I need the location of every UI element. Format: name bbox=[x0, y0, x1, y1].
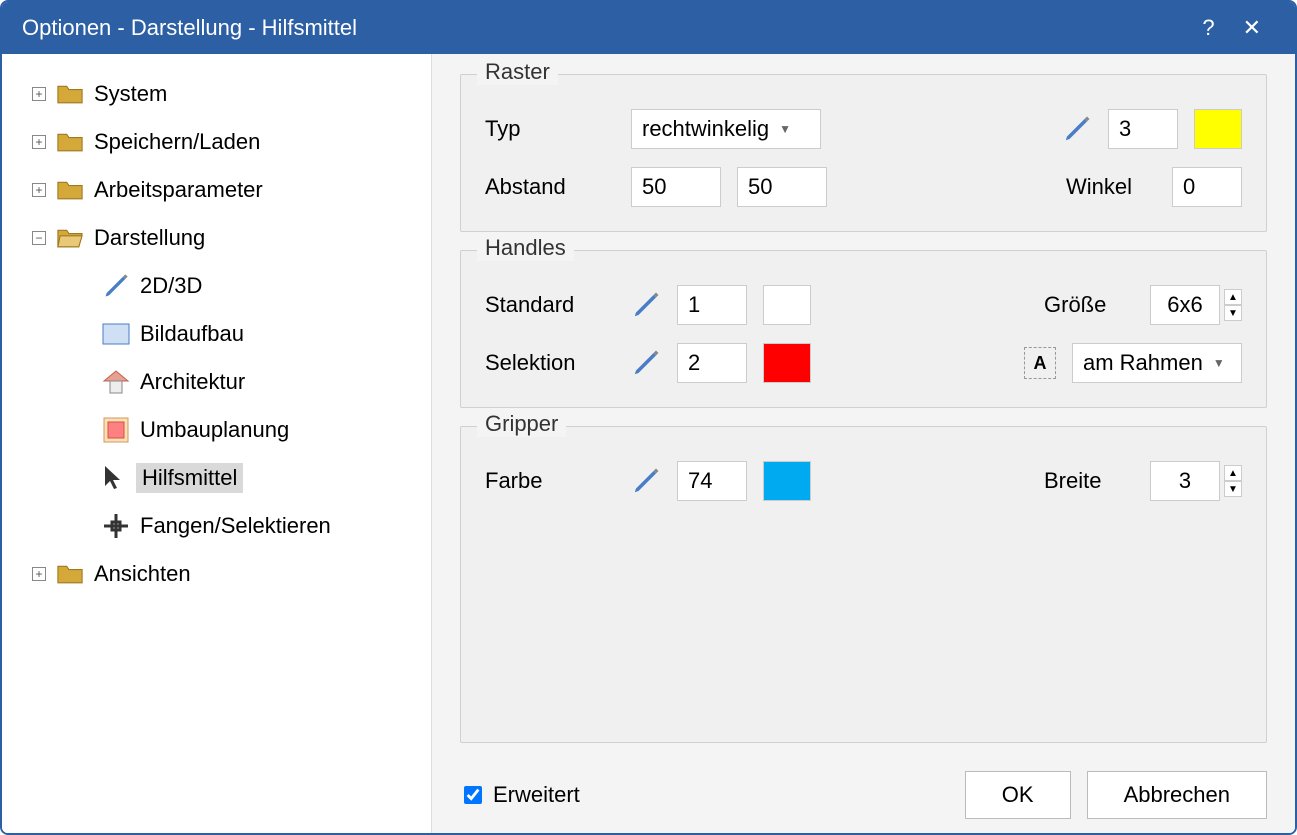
group-title: Gripper bbox=[477, 411, 566, 437]
titlebar: Optionen - Darstellung - Hilfsmittel ? ✕ bbox=[2, 2, 1295, 54]
cursor-icon bbox=[102, 464, 126, 492]
tree-label: Umbauplanung bbox=[140, 417, 289, 443]
group-title: Raster bbox=[477, 59, 558, 85]
pencil-icon bbox=[1062, 114, 1092, 144]
tree-label: Speichern/Laden bbox=[94, 129, 260, 155]
input-groesse[interactable] bbox=[1150, 285, 1220, 325]
tree-node-umbauplanung[interactable]: Umbauplanung bbox=[102, 406, 423, 454]
folder-icon bbox=[56, 179, 84, 201]
pencil-icon bbox=[631, 466, 661, 496]
text-anchor-icon: A bbox=[1024, 347, 1056, 379]
tree-node-fangen[interactable]: Fangen/Selektieren bbox=[102, 502, 423, 550]
combo-raster-typ[interactable]: rechtwinkelig ▼ bbox=[631, 109, 821, 149]
spinner-down[interactable]: ▼ bbox=[1224, 481, 1242, 497]
label-farbe: Farbe bbox=[485, 468, 615, 494]
tree-label: System bbox=[94, 81, 167, 107]
spinner-up[interactable]: ▲ bbox=[1224, 289, 1242, 305]
expand-icon[interactable]: + bbox=[32, 183, 46, 197]
folder-open-icon bbox=[56, 227, 84, 249]
tree-node-darstellung[interactable]: − Darstellung bbox=[32, 214, 423, 262]
plan-icon bbox=[102, 416, 130, 444]
tree-node-2d3d[interactable]: 2D/3D bbox=[102, 262, 423, 310]
options-dialog: Optionen - Darstellung - Hilfsmittel ? ✕… bbox=[0, 0, 1297, 835]
crosshair-icon bbox=[102, 512, 130, 540]
group-gripper: Gripper Farbe Breite ▲ ▼ bbox=[460, 426, 1267, 743]
expand-icon[interactable]: + bbox=[32, 87, 46, 101]
expand-icon[interactable]: + bbox=[32, 567, 46, 581]
input-raster-pen[interactable] bbox=[1108, 109, 1178, 149]
combo-value: rechtwinkelig bbox=[642, 116, 769, 142]
category-tree: + System + Speichern/Laden + Arbeitspara… bbox=[2, 54, 432, 833]
settings-panel: Raster Typ rechtwinkelig ▼ Abstand bbox=[432, 54, 1295, 833]
input-abstand-x[interactable] bbox=[631, 167, 721, 207]
dialog-footer: Erweitert OK Abbrechen bbox=[460, 761, 1267, 819]
house-icon bbox=[102, 369, 130, 395]
abbrechen-button[interactable]: Abbrechen bbox=[1087, 771, 1267, 819]
label-standard: Standard bbox=[485, 292, 615, 318]
checkbox-erweitert[interactable]: Erweitert bbox=[460, 782, 580, 808]
label-winkel: Winkel bbox=[1066, 174, 1156, 200]
close-button[interactable]: ✕ bbox=[1229, 15, 1275, 41]
tree-node-bildaufbau[interactable]: Bildaufbau bbox=[102, 310, 423, 358]
folder-icon bbox=[56, 83, 84, 105]
tree-label: Hilfsmittel bbox=[136, 463, 243, 493]
tree-node-speichern[interactable]: + Speichern/Laden bbox=[32, 118, 423, 166]
pencil-icon bbox=[631, 290, 661, 320]
rect-icon bbox=[102, 323, 130, 345]
color-swatch-selektion[interactable] bbox=[763, 343, 811, 383]
expand-icon[interactable]: + bbox=[32, 135, 46, 149]
ok-button[interactable]: OK bbox=[965, 771, 1071, 819]
tree-label: Bildaufbau bbox=[140, 321, 244, 347]
label-groesse: Größe bbox=[1044, 292, 1134, 318]
color-swatch-raster[interactable] bbox=[1194, 109, 1242, 149]
color-swatch-standard[interactable] bbox=[763, 285, 811, 325]
checkbox-input[interactable] bbox=[464, 786, 482, 804]
checkbox-label: Erweitert bbox=[493, 782, 580, 808]
folder-icon bbox=[56, 563, 84, 585]
pencil-icon bbox=[102, 272, 130, 300]
label-abstand: Abstand bbox=[485, 174, 615, 200]
window-title: Optionen - Darstellung - Hilfsmittel bbox=[22, 15, 1188, 41]
group-title: Handles bbox=[477, 235, 574, 261]
chevron-down-icon: ▼ bbox=[779, 122, 791, 136]
dialog-body: + System + Speichern/Laden + Arbeitspara… bbox=[2, 54, 1295, 833]
tree-label: Darstellung bbox=[94, 225, 205, 251]
input-gripper-farbe[interactable] bbox=[677, 461, 747, 501]
tree-node-ansichten[interactable]: + Ansichten bbox=[32, 550, 423, 598]
combo-value: am Rahmen bbox=[1083, 350, 1203, 376]
tree-node-hilfsmittel[interactable]: Hilfsmittel bbox=[102, 454, 423, 502]
group-handles: Handles Standard Größe ▲ ▼ bbox=[460, 250, 1267, 408]
input-winkel[interactable] bbox=[1172, 167, 1242, 207]
tree-label: Fangen/Selektieren bbox=[140, 513, 331, 539]
folder-icon bbox=[56, 131, 84, 153]
spinner-down[interactable]: ▼ bbox=[1224, 305, 1242, 321]
input-standard[interactable] bbox=[677, 285, 747, 325]
tree-label: Ansichten bbox=[94, 561, 191, 587]
color-swatch-gripper[interactable] bbox=[763, 461, 811, 501]
tree-node-system[interactable]: + System bbox=[32, 70, 423, 118]
tree-node-arbeitsparameter[interactable]: + Arbeitsparameter bbox=[32, 166, 423, 214]
spinner-up[interactable]: ▲ bbox=[1224, 465, 1242, 481]
help-button[interactable]: ? bbox=[1188, 15, 1228, 41]
pencil-icon bbox=[631, 348, 661, 378]
chevron-down-icon: ▼ bbox=[1213, 356, 1225, 370]
label-selektion: Selektion bbox=[485, 350, 615, 376]
tree-label: Arbeitsparameter bbox=[94, 177, 263, 203]
label-typ: Typ bbox=[485, 116, 615, 142]
tree-node-architektur[interactable]: Architektur bbox=[102, 358, 423, 406]
label-breite: Breite bbox=[1044, 468, 1134, 494]
input-abstand-y[interactable] bbox=[737, 167, 827, 207]
combo-anchor[interactable]: am Rahmen ▼ bbox=[1072, 343, 1242, 383]
tree-label: 2D/3D bbox=[140, 273, 202, 299]
input-gripper-breite[interactable] bbox=[1150, 461, 1220, 501]
group-raster: Raster Typ rechtwinkelig ▼ Abstand bbox=[460, 74, 1267, 232]
input-selektion[interactable] bbox=[677, 343, 747, 383]
tree-label: Architektur bbox=[140, 369, 245, 395]
collapse-icon[interactable]: − bbox=[32, 231, 46, 245]
